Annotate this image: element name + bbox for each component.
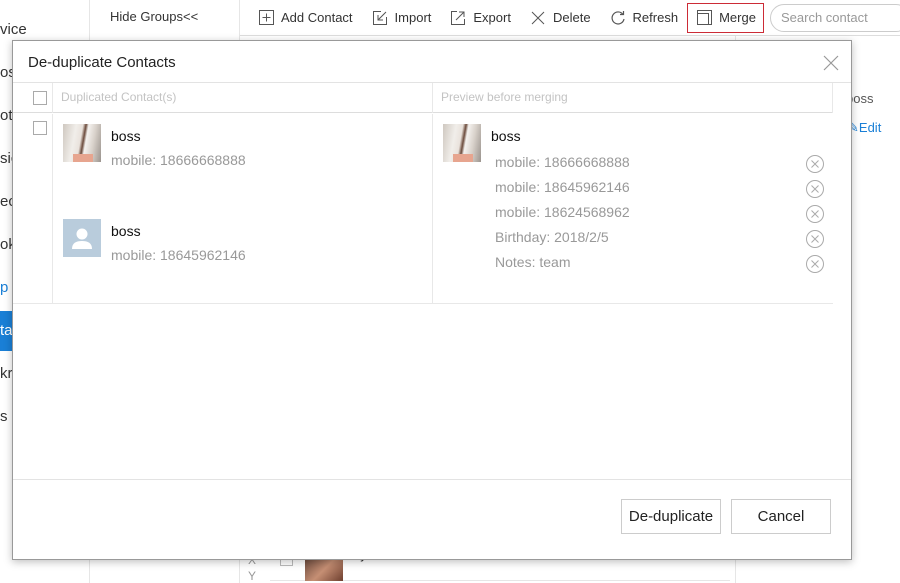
- duplicate-contact: boss mobile: 18666668888: [63, 124, 423, 168]
- group-checkbox[interactable]: [33, 121, 47, 135]
- index-letter[interactable]: Y: [248, 568, 256, 583]
- preview-field: mobile: 18645962146: [495, 179, 825, 204]
- refresh-icon: [610, 10, 626, 26]
- remove-field-button[interactable]: [805, 179, 825, 199]
- cancel-button[interactable]: Cancel: [731, 499, 831, 534]
- circle-x-icon: [806, 205, 824, 223]
- import-icon: [372, 10, 388, 26]
- column-header: Duplicated Contact(s) Preview before mer…: [13, 83, 833, 113]
- person-icon: [72, 228, 92, 249]
- preview-name: boss: [491, 128, 521, 144]
- contact-name: boss: [111, 223, 141, 239]
- avatar: [63, 219, 101, 257]
- remove-field-button[interactable]: [805, 154, 825, 174]
- export-button[interactable]: Export: [450, 4, 511, 32]
- hide-groups-button[interactable]: Hide Groups<<: [110, 9, 198, 24]
- remove-field-button[interactable]: [805, 254, 825, 274]
- close-button[interactable]: [823, 55, 839, 71]
- dialog-title: De-duplicate Contacts: [28, 54, 176, 71]
- remove-field-button[interactable]: [805, 204, 825, 224]
- contact-phone: mobile: 18645962146: [111, 247, 246, 263]
- plus-box-icon: [258, 10, 274, 26]
- divider: [432, 114, 433, 304]
- import-button[interactable]: Import: [372, 4, 431, 32]
- circle-x-icon: [806, 230, 824, 248]
- contact-phone: mobile: 18666668888: [111, 152, 246, 168]
- duplicate-contact: boss mobile: 18645962146: [63, 219, 423, 263]
- circle-x-icon: [806, 255, 824, 273]
- export-icon: [450, 10, 466, 26]
- add-contact-button[interactable]: Add Contact: [258, 4, 353, 32]
- divider: [832, 83, 833, 113]
- delete-button[interactable]: Delete: [530, 4, 591, 32]
- duplicate-group-row: boss mobile: 18666668888 boss mobile: 18…: [13, 114, 833, 304]
- divider: [52, 114, 53, 304]
- contact-name: boss: [111, 128, 141, 144]
- select-all-checkbox[interactable]: [33, 91, 47, 105]
- divider: [13, 479, 851, 480]
- remove-field-button[interactable]: [805, 229, 825, 249]
- contacts-app: vice os otc sic ec ok p ta kr s Hide Gro…: [0, 0, 900, 583]
- preview-field: mobile: 18666668888: [495, 154, 825, 179]
- preview-field: Birthday: 2018/2/5: [495, 229, 825, 254]
- avatar: [443, 124, 481, 162]
- circle-x-icon: [806, 155, 824, 173]
- avatar: [63, 124, 101, 162]
- deduplicate-button[interactable]: De-duplicate: [621, 499, 721, 534]
- divider: [432, 83, 433, 113]
- edit-link[interactable]: ✎Edit: [848, 120, 881, 136]
- divider: [52, 83, 53, 113]
- preview-field: mobile: 18624568962: [495, 204, 825, 229]
- merge-icon: [696, 10, 712, 26]
- merge-button[interactable]: Merge: [687, 2, 764, 33]
- refresh-button[interactable]: Refresh: [610, 4, 678, 32]
- preview-field: Notes: team: [495, 254, 825, 279]
- x-icon: [530, 10, 546, 26]
- circle-x-icon: [806, 180, 824, 198]
- close-icon: [823, 55, 839, 71]
- column-header-duplicated: Duplicated Contact(s): [61, 90, 177, 104]
- deduplicate-dialog: De-duplicate Contacts Duplicated Contact…: [12, 40, 852, 560]
- column-header-preview: Preview before merging: [441, 90, 568, 104]
- search-contact-input[interactable]: Search contact: [770, 4, 900, 32]
